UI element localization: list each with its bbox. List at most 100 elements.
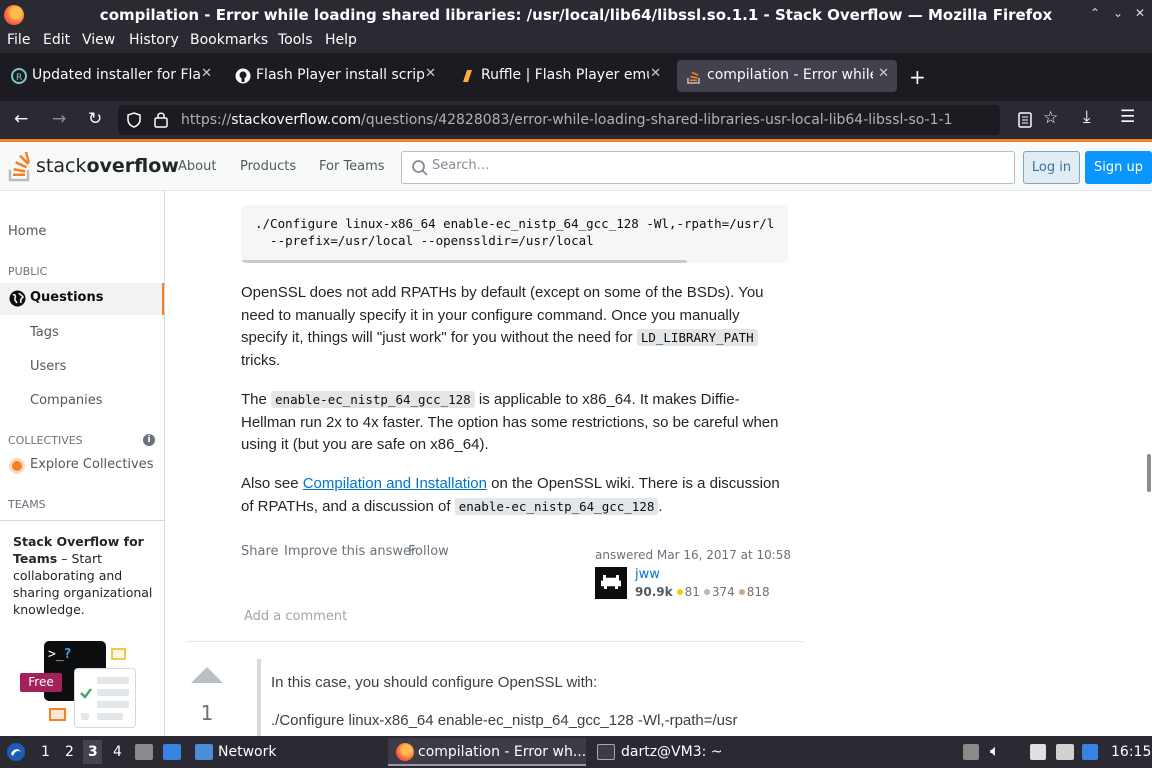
notification-icon[interactable] <box>1082 744 1098 760</box>
bookmark-star-icon[interactable]: ☆ <box>1043 108 1058 128</box>
menu-tools[interactable]: Tools <box>278 32 313 48</box>
terminal-icon <box>597 744 615 760</box>
follow-link[interactable]: Follow <box>408 544 449 559</box>
search-icon <box>412 160 428 176</box>
main-content: ./Configure linux-x86_64 enable-ec_nistp… <box>165 191 1152 736</box>
search-box <box>401 151 1015 184</box>
answer-divider <box>187 641 804 642</box>
sidebar-item-users[interactable]: Users <box>30 359 66 374</box>
menu-edit[interactable]: Edit <box>43 32 70 48</box>
teams-promo-text: Stack Overflow for Teams – Start collabo… <box>13 533 153 618</box>
improve-answer-link[interactable]: Improve this answer <box>284 544 416 559</box>
checklist-illustration <box>74 668 136 728</box>
next-answer-text-2: ./Configure linux-x86_64 enable-ec_nistp… <box>271 712 738 729</box>
compilation-installation-link[interactable]: Compilation and Installation <box>303 475 487 492</box>
menu-bookmarks[interactable]: Bookmarks <box>190 32 268 48</box>
tab-close-icon[interactable]: ✕ <box>878 66 889 81</box>
sidebar-item-questions[interactable]: Questions <box>0 283 164 315</box>
downloads-icon[interactable]: ⤓ <box>1083 107 1091 127</box>
clipboard-icon[interactable] <box>1030 744 1046 760</box>
nav-about[interactable]: About <box>178 159 216 174</box>
back-icon[interactable]: ← <box>14 109 28 129</box>
upvote-button[interactable] <box>191 667 223 683</box>
tab-close-icon[interactable]: ✕ <box>425 66 436 81</box>
nav-products[interactable]: Products <box>240 159 296 174</box>
signup-button[interactable]: Sign up <box>1085 151 1152 184</box>
sidebar-item-label: Questions <box>30 290 104 305</box>
code-horizontal-scrollbar[interactable] <box>241 260 687 263</box>
chat-bubble-icon <box>111 648 126 660</box>
window-title: compilation - Error while loading shared… <box>99 6 1053 24</box>
tab-label: Updated installer for Flas <box>32 67 200 83</box>
add-comment-link[interactable]: Add a comment <box>244 609 347 624</box>
navigation-bar: ← → ↻ https://stackoverflow.com/question… <box>0 101 1152 139</box>
sidebar-item-companies[interactable]: Companies <box>30 393 103 408</box>
menu-file[interactable]: File <box>7 32 30 48</box>
workspace-1[interactable]: 1 <box>41 744 50 760</box>
sidebar-heading-collectives: COLLECTIVES <box>8 434 83 447</box>
blockquote-bar <box>257 659 261 736</box>
lock-icon[interactable] <box>154 111 168 128</box>
stackoverflow-logo-icon[interactable] <box>8 152 32 182</box>
menu-view[interactable]: View <box>82 32 115 48</box>
tab-ruffle[interactable]: Ruffle | Flash Player emu ✕ <box>451 60 669 92</box>
minimize-button[interactable]: ⌃ <box>1090 6 1100 20</box>
menu-help[interactable]: Help <box>325 32 357 48</box>
sidebar-item-tags[interactable]: Tags <box>30 325 59 340</box>
tab-label: compilation - Error while <box>707 67 873 83</box>
desktop-icon[interactable] <box>163 744 181 760</box>
tab-compilation-error[interactable]: compilation - Error while ✕ <box>677 60 897 92</box>
hamburger-menu-icon[interactable]: ☰ <box>1120 107 1135 127</box>
workspace-3[interactable]: 3 <box>88 744 98 760</box>
stackoverflow-favicon-icon <box>687 71 700 84</box>
start-menu-icon[interactable] <box>6 742 26 762</box>
volume-icon[interactable]: 🔈︎ <box>990 741 1000 761</box>
maximize-button[interactable]: ⌄ <box>1113 6 1123 20</box>
vote-count: 1 <box>200 701 214 725</box>
terminal-task[interactable]: dartz@VM3: ~ <box>621 744 723 760</box>
answer-paragraph-1: OpenSSL does not add RPATHs by default (… <box>241 284 764 369</box>
sidebar-item-home[interactable]: Home <box>8 224 46 239</box>
menu-history[interactable]: History <box>129 32 179 48</box>
teams-promo: Stack Overflow for Teams – Start collabo… <box>0 520 164 736</box>
new-tab-icon[interactable]: + <box>909 65 926 89</box>
chat-bubble-icon <box>49 708 66 721</box>
collectives-icon <box>9 458 25 474</box>
stackoverflow-logo-text[interactable]: stackoverflow <box>36 155 179 177</box>
window-titlebar: compilation - Error while loading shared… <box>0 0 1152 30</box>
reload-icon[interactable]: ↻ <box>88 109 102 129</box>
tab-close-icon[interactable]: ✕ <box>201 66 212 81</box>
forward-icon[interactable]: → <box>52 109 66 129</box>
page-scrollbar-thumb[interactable] <box>1147 454 1151 492</box>
login-button[interactable]: Log in <box>1023 151 1080 184</box>
reader-view-icon[interactable] <box>1018 112 1032 128</box>
share-link[interactable]: Share <box>241 544 279 559</box>
shield-icon[interactable] <box>126 112 142 128</box>
updates-icon[interactable] <box>963 744 979 760</box>
tab-label: Ruffle | Flash Player emu <box>481 67 649 83</box>
nav-for-teams[interactable]: For Teams <box>319 159 385 174</box>
tab-bar: R Updated installer for Flas ✕ Flash Pla… <box>0 53 1152 101</box>
workspace-4[interactable]: 4 <box>113 744 122 760</box>
url-bar[interactable]: https://stackoverflow.com/questions/4282… <box>118 105 1000 135</box>
workspace-2[interactable]: 2 <box>65 744 74 760</box>
answer-paragraph-2: The enable-ec_nistp_64_gcc_128 is applic… <box>241 391 779 453</box>
free-badge: Free <box>20 673 62 692</box>
network-status-icon[interactable] <box>1056 744 1074 760</box>
files-app-icon[interactable] <box>135 744 153 760</box>
search-input[interactable] <box>432 158 992 173</box>
tab-flash-install-script[interactable]: Flash Player install script ✕ <box>226 60 444 92</box>
tab-close-icon[interactable]: ✕ <box>650 66 661 81</box>
answer-paragraph-3: Also see Compilation and Installation on… <box>241 475 780 515</box>
tab-favicon-icon: R <box>11 68 27 84</box>
user-name-link[interactable]: jww <box>635 567 660 582</box>
close-window-button[interactable]: ✕ <box>1135 6 1145 20</box>
avatar[interactable] <box>595 567 627 599</box>
network-task[interactable]: Network <box>218 744 276 760</box>
tab-updated-installer[interactable]: R Updated installer for Flas ✕ <box>2 60 220 92</box>
info-icon[interactable]: i <box>143 434 155 446</box>
user-reputation: 90.9k 81 374 818 <box>635 585 770 599</box>
menu-bar: File Edit View History Bookmarks Tools H… <box>0 30 1152 53</box>
firefox-icon <box>396 743 414 761</box>
sidebar-item-explore-collectives[interactable]: Explore Collectives <box>30 457 154 472</box>
